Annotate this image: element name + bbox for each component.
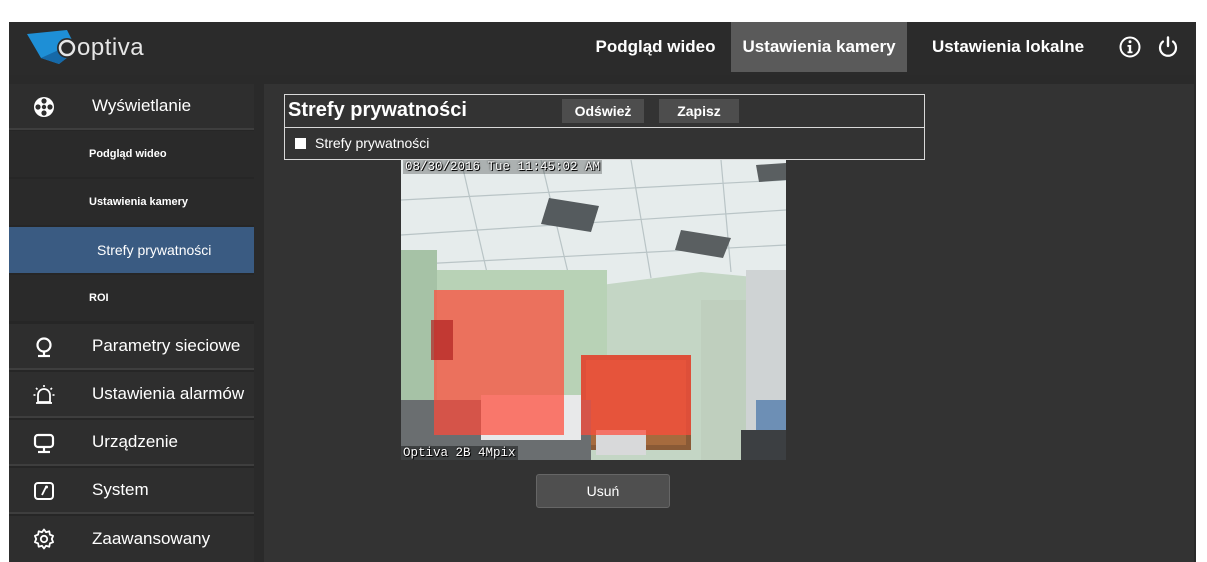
display-icon [34,97,54,117]
sidebar-section-label: Zaawansowany [92,529,211,548]
refresh-button[interactable]: Odśwież [562,99,644,123]
sidebar-section-advanced[interactable]: Zaawansowany [9,516,254,562]
panel-header: Strefy prywatności Odśwież Zapisz [285,95,924,128]
sidebar-item-privacy-zones[interactable]: Strefy prywatności [9,227,254,273]
delete-button[interactable]: Usuń [536,474,670,508]
nav-video-preview[interactable]: Podgląd wideo [584,22,727,72]
privacy-zones-panel: Strefy prywatności Odśwież Zapisz Strefy… [284,94,925,160]
sidebar-section-label: Wyświetlanie [92,96,192,115]
privacy-zones-toggle-row[interactable]: Strefy prywatności [295,135,429,151]
nav-camera-settings[interactable]: Ustawienia kamery [731,22,907,72]
page-title: Strefy prywatności [288,99,467,121]
sidebar-section-display[interactable]: Wyświetlanie [9,84,254,130]
sidebar-section-device[interactable]: Urządzenie [9,420,254,466]
top-navbar: optiva Podgląd wideo Ustawienia kamery U… [9,22,1196,75]
optiva-logo-icon [27,30,77,64]
gear-icon [34,528,54,550]
device-icon [33,433,55,454]
sidebar-item-roi[interactable]: ROI [9,275,254,321]
power-icon[interactable] [1156,35,1180,59]
sidebar-section-system[interactable]: System [9,468,254,514]
sidebar-section-label: Parametry sieciowe [92,336,241,355]
sidebar-section-label: Urządzenie [92,432,178,451]
camera-scene-image [401,160,786,460]
sidebar-section-label: System [92,480,149,499]
camera-video-preview[interactable]: 08/30/2016 Tue 11:45:02 AM Optiva 2B 4Mp… [401,160,786,460]
privacy-zones-checkbox[interactable] [295,137,306,149]
save-button[interactable]: Zapisz [659,99,739,123]
network-icon [36,337,52,358]
sidebar-section-label: Ustawienia alarmów [92,384,245,403]
sidebar-item-video-preview[interactable]: Podgląd wideo [9,131,254,177]
osd-timestamp: 08/30/2016 Tue 11:45:02 AM [403,160,603,174]
alarm-icon [33,385,55,404]
osd-camera-name: Optiva 2B 4Mpix [401,446,518,460]
logo: optiva [23,28,144,68]
privacy-zones-checkbox-label: Strefy prywatności [315,135,430,151]
system-icon [34,482,54,500]
sidebar-section-alarms[interactable]: Ustawienia alarmów [9,372,254,418]
sidebar-item-camera-settings[interactable]: Ustawienia kamery [9,179,254,225]
nav-local-settings[interactable]: Ustawienia lokalne [915,22,1101,72]
info-icon[interactable] [1118,35,1142,59]
sidebar: Wyświetlanie Podgląd wideo Ustawienia ka… [9,84,254,562]
logo-text: optiva [77,34,145,61]
sidebar-section-network[interactable]: Parametry sieciowe [9,324,254,370]
